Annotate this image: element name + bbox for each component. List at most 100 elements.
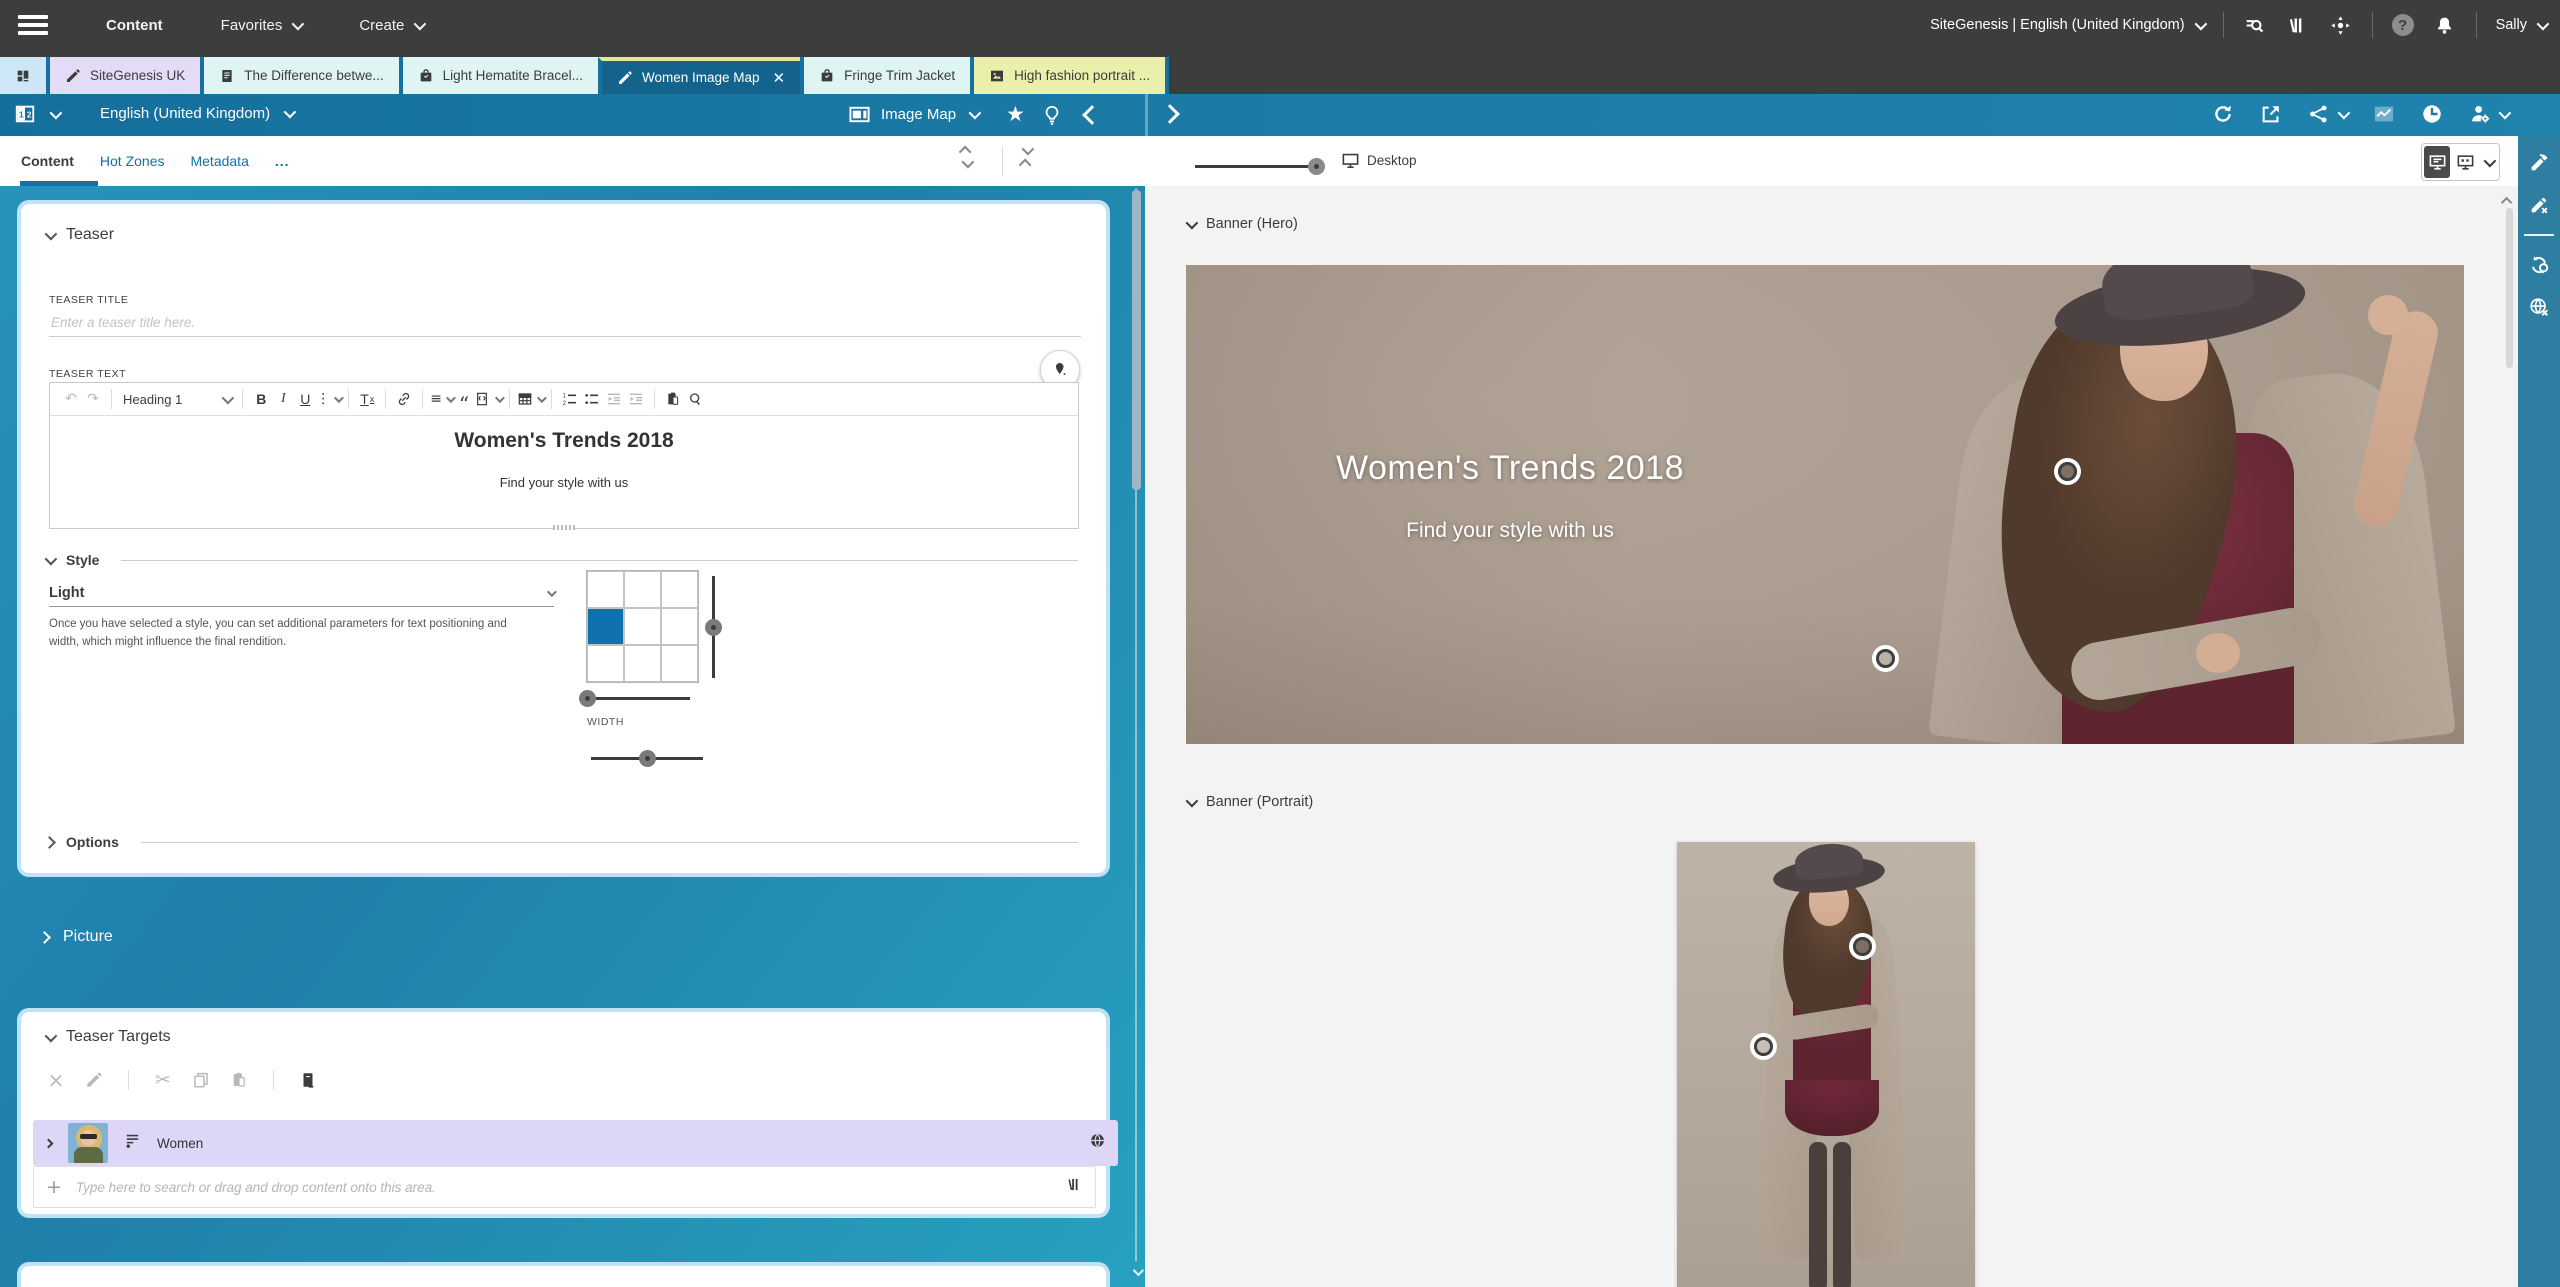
content-type-label[interactable]: Image Map (881, 106, 956, 123)
split-view-icon[interactable]: 12 (14, 103, 36, 125)
selected-position-cell[interactable] (587, 608, 624, 645)
menu-item-favorites[interactable]: Favorites (221, 17, 302, 34)
advanced-search-icon[interactable] (2243, 13, 2267, 37)
copy-icon[interactable] (190, 1068, 212, 1092)
form-tab-more[interactable]: ... (275, 153, 290, 169)
form-scrollbar-thumb[interactable] (1132, 190, 1141, 490)
embed-widget-icon[interactable] (475, 387, 502, 411)
menu-item-create[interactable]: Create (359, 17, 423, 34)
device-slider-knob[interactable] (1308, 158, 1325, 175)
form-tab-content[interactable]: Content (21, 153, 74, 169)
disable-editing-icon[interactable] (2526, 192, 2552, 218)
library-icon[interactable] (2286, 13, 2310, 37)
chevron-down-icon[interactable] (2499, 106, 2512, 119)
open-in-browser-icon[interactable] (2260, 103, 2282, 125)
bullet-list-icon[interactable] (581, 387, 603, 411)
horizontal-position-slider[interactable] (586, 690, 690, 707)
chevron-down-icon[interactable] (2338, 106, 2351, 119)
text-position-grid[interactable] (586, 570, 699, 683)
user-menu[interactable]: Sally (2496, 17, 2546, 33)
table-icon[interactable] (517, 387, 544, 411)
tab-sitegenesis-uk[interactable]: SiteGenesis UK (46, 57, 200, 94)
paragraph-format-select[interactable]: Heading 1 (119, 392, 235, 407)
hero-banner-image[interactable]: Women's Trends 2018 Find your style with… (1186, 265, 2464, 744)
analytics-icon[interactable] (2373, 103, 2395, 125)
desktop-preview-button[interactable] (2424, 146, 2450, 178)
lightbulb-icon[interactable] (1041, 104, 1063, 126)
redo-icon[interactable]: ↷ (82, 387, 104, 411)
expand-right-icon[interactable] (1160, 104, 1180, 124)
user-changes-icon[interactable] (2469, 103, 2491, 125)
collapse-all-icon[interactable] (962, 146, 971, 168)
scroll-down-icon[interactable] (1133, 1263, 1141, 1281)
tab-high-fashion-portrait[interactable]: High fashion portrait ... (970, 57, 1169, 94)
rte-content[interactable]: Women's Trends 2018 Find your style with… (50, 416, 1078, 528)
library-icon[interactable] (1066, 1176, 1083, 1198)
edit-mode-icon[interactable] (2526, 150, 2552, 176)
disable-translation-icon[interactable] (2526, 294, 2552, 320)
locate-content-icon[interactable] (2329, 13, 2353, 37)
time-travel-clock-icon[interactable] (2421, 103, 2443, 125)
align-icon[interactable]: ≡ (430, 387, 453, 411)
tab-the-difference[interactable]: The Difference betwe... (200, 57, 398, 94)
resize-grip[interactable] (553, 525, 575, 530)
blockquote-icon[interactable]: “ (453, 382, 475, 416)
vertical-position-slider[interactable] (705, 576, 722, 678)
chevron-down-icon[interactable] (969, 107, 982, 120)
outdent-icon[interactable] (603, 387, 625, 411)
menu-item-content[interactable]: Content (106, 17, 163, 34)
portrait-hotspot-1[interactable] (1853, 937, 1872, 956)
ordered-list-icon[interactable]: 12 (559, 387, 581, 411)
help-icon[interactable]: ? (2392, 14, 2414, 36)
paste-icon[interactable] (662, 387, 684, 411)
portrait-banner-image[interactable] (1677, 842, 1975, 1287)
device-preview-button[interactable] (2452, 146, 2478, 178)
link-icon[interactable] (393, 387, 415, 411)
teaser-title-input[interactable] (49, 308, 1081, 337)
italic-button[interactable]: I (272, 387, 294, 411)
notifications-bell-icon[interactable] (2433, 13, 2457, 37)
main-menu-icon[interactable] (18, 15, 48, 35)
hero-hotspot-2[interactable] (1876, 649, 1895, 668)
teaser-target-row-women[interactable]: Women (33, 1120, 1118, 1166)
sync-preview-icon[interactable] (2526, 252, 2552, 278)
picture-section-header[interactable]: Picture (40, 928, 113, 946)
undo-icon[interactable]: ↶ (60, 387, 82, 411)
chevron-down-icon[interactable] (50, 106, 63, 119)
underline-button[interactable]: U (294, 387, 316, 411)
tab-light-hematite[interactable]: Light Hematite Bracel... (399, 57, 598, 94)
clear-formatting-button[interactable]: Tx (356, 387, 378, 411)
open-in-tab-icon[interactable] (297, 1068, 319, 1092)
expand-all-icon[interactable] (1022, 146, 1031, 168)
portrait-hotspot-2[interactable] (1754, 1037, 1773, 1056)
remove-icon[interactable]: × (45, 1068, 67, 1092)
share-icon[interactable] (2308, 103, 2330, 125)
bold-button[interactable]: B (250, 387, 272, 411)
tab-women-image-map[interactable]: Women Image Map ✕ (598, 57, 800, 94)
close-tab-icon[interactable]: ✕ (773, 69, 786, 87)
style-section-header[interactable]: Style (45, 552, 1078, 568)
width-slider[interactable] (591, 750, 703, 767)
favorite-star-icon[interactable]: ★ (1006, 104, 1025, 125)
tab-overview[interactable] (0, 57, 46, 94)
cut-scissors-icon[interactable]: ✂ (152, 1068, 174, 1092)
hero-hotspot-1[interactable] (2058, 462, 2077, 481)
teaser-section-header[interactable]: Teaser (45, 226, 114, 244)
preview-scrollbar-thumb[interactable] (2506, 208, 2513, 368)
teaser-targets-header[interactable]: Teaser Targets (45, 1028, 171, 1046)
tab-fringe-trim-jacket[interactable]: Fringe Trim Jacket (800, 57, 970, 94)
site-selector[interactable]: SiteGenesis | English (United Kingdom) (1930, 17, 2203, 33)
locale-selector[interactable]: English (United Kingdom) (100, 105, 293, 122)
paste-icon[interactable] (228, 1068, 250, 1092)
device-width-slider[interactable] (1195, 165, 1323, 168)
hero-section-header[interactable]: Banner (Hero) (1186, 216, 1298, 232)
expand-row-icon[interactable] (44, 1138, 54, 1148)
more-format-icon[interactable]: ⋮ (316, 387, 341, 411)
indent-icon[interactable] (625, 387, 647, 411)
edit-pencil-icon[interactable] (83, 1068, 105, 1092)
collapse-left-icon[interactable] (1082, 105, 1102, 125)
form-tab-metadata[interactable]: Metadata (190, 153, 248, 169)
chevron-down-icon[interactable] (2484, 154, 2497, 167)
special-character-icon[interactable] (684, 387, 706, 411)
options-section-header[interactable]: Options (45, 834, 1078, 850)
